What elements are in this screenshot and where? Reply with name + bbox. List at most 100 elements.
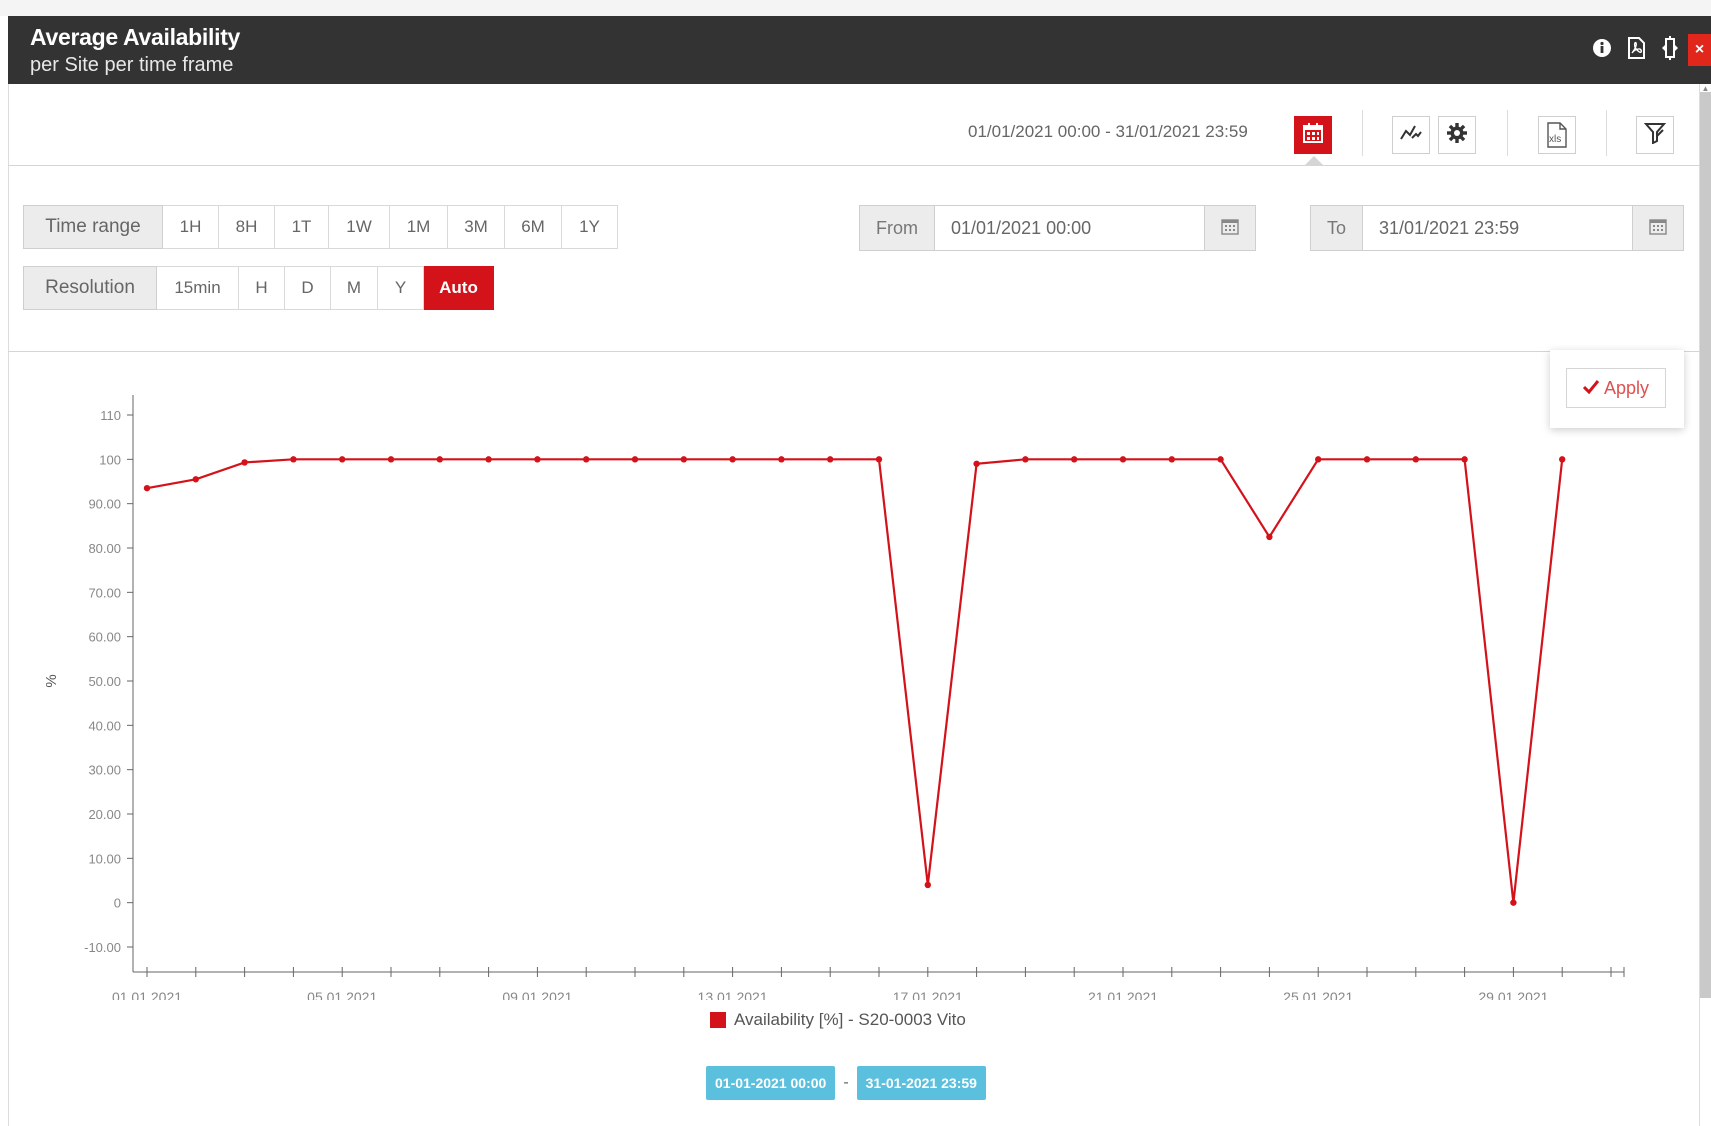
from-label: From xyxy=(859,205,935,251)
filter-panel xyxy=(8,166,1700,352)
y-tick-label: 80.00 xyxy=(88,541,121,556)
time-range-6m[interactable]: 6M xyxy=(505,205,562,249)
data-point xyxy=(1559,456,1566,463)
resolution-15min[interactable]: 15min xyxy=(157,266,239,310)
from-calendar-button[interactable] xyxy=(1205,205,1256,251)
data-point xyxy=(143,484,151,492)
x-tick-label: 01.01.2021 xyxy=(112,989,182,1000)
range-start-badge[interactable]: 01-01-2021 00:00 xyxy=(706,1066,836,1100)
calendar-icon xyxy=(1302,122,1324,149)
top-strip xyxy=(0,0,1711,16)
data-point xyxy=(1266,533,1273,541)
data-point xyxy=(973,460,980,467)
time-range-1t[interactable]: 1T xyxy=(275,205,329,249)
y-tick-label: 0 xyxy=(114,896,121,911)
toolbar-divider xyxy=(1362,110,1363,156)
y-tick-label: 70.00 xyxy=(88,585,121,600)
scrollbar[interactable] xyxy=(1700,92,1711,998)
x-tick-label: 05.01.2021 xyxy=(307,989,377,1000)
x-tick-label: 29.01.2021 xyxy=(1478,989,1548,1000)
apply-button[interactable]: Apply xyxy=(1566,368,1666,408)
data-point xyxy=(485,456,492,463)
time-range-label: Time range xyxy=(23,205,163,249)
filter-button[interactable] xyxy=(1636,116,1674,154)
x-tick-label: 21.01.2021 xyxy=(1088,989,1158,1000)
filter-icon xyxy=(1643,122,1667,149)
y-tick-label: 40.00 xyxy=(88,718,121,733)
data-point xyxy=(534,456,541,463)
x-tick-label: 09.01.2021 xyxy=(502,989,572,1000)
y-tick-label: -10.00 xyxy=(84,940,121,955)
widget-header: Average Availability per Site per time f… xyxy=(8,16,1711,84)
calendar-caret xyxy=(1305,156,1323,165)
data-point xyxy=(1071,456,1078,463)
data-point xyxy=(778,456,785,463)
time-range-1w[interactable]: 1W xyxy=(329,205,390,249)
time-range-8h[interactable]: 8H xyxy=(219,205,275,249)
data-point xyxy=(436,456,443,463)
resolution-auto[interactable]: Auto xyxy=(424,266,494,310)
check-icon xyxy=(1582,378,1600,399)
data-point xyxy=(241,459,248,466)
toolbar-divider xyxy=(1606,110,1607,156)
calendar-icon xyxy=(1649,217,1667,240)
data-point xyxy=(680,456,687,463)
calendar-toggle-button[interactable] xyxy=(1294,116,1332,154)
data-point xyxy=(1461,456,1468,463)
from-date-field: From 01/01/2021 00:00 xyxy=(859,205,1256,251)
y-tick-label: 60.00 xyxy=(88,630,121,645)
resolution-y[interactable]: Y xyxy=(378,266,424,310)
info-icon[interactable] xyxy=(1588,34,1616,62)
data-point xyxy=(192,476,199,483)
data-point xyxy=(387,456,395,463)
from-date-input[interactable]: 01/01/2021 00:00 xyxy=(935,205,1205,251)
resolution-group: Resolution 15min H D M Y Auto xyxy=(23,266,494,310)
time-range-3m[interactable]: 3M xyxy=(448,205,505,249)
data-point xyxy=(583,456,590,463)
data-point xyxy=(631,456,639,463)
date-range-summary: 01/01/2021 00:00 - 31/01/2021 23:59 xyxy=(968,122,1248,141)
range-end-badge[interactable]: 31-01-2021 23:59 xyxy=(856,1066,986,1100)
time-range-1h[interactable]: 1H xyxy=(163,205,219,249)
y-tick-label: 10.00 xyxy=(88,851,121,866)
y-tick-label: 20.00 xyxy=(88,807,121,822)
data-point xyxy=(1412,456,1420,463)
export-xls-button[interactable]: xls xyxy=(1538,116,1576,154)
resize-icon[interactable] xyxy=(1656,34,1684,62)
scroll-up-arrow[interactable]: ▲ xyxy=(1700,84,1711,93)
to-date-input[interactable]: 31/01/2021 23:59 xyxy=(1363,205,1633,251)
to-calendar-button[interactable] xyxy=(1633,205,1684,251)
range-separator: - xyxy=(843,1074,849,1091)
data-point xyxy=(1315,456,1322,463)
apply-popover: Apply xyxy=(1550,350,1684,428)
y-axis-label: % xyxy=(43,674,60,687)
data-point xyxy=(1168,456,1176,463)
time-range-1m[interactable]: 1M xyxy=(390,205,448,249)
settings-button[interactable] xyxy=(1438,116,1476,154)
resolution-h[interactable]: H xyxy=(239,266,285,310)
data-point xyxy=(1022,456,1029,463)
x-tick-label: 17.01.2021 xyxy=(893,989,963,1000)
data-point xyxy=(1363,456,1371,463)
series-line xyxy=(146,458,1564,903)
zoom-range-badges: 01-01-2021 00:00 - 31-01-2021 23:59 xyxy=(706,1066,986,1100)
pdf-icon[interactable] xyxy=(1622,34,1650,62)
chart-legend[interactable]: Availability [%] - S20-0003 Vito xyxy=(710,1010,966,1030)
resolution-m[interactable]: M xyxy=(331,266,378,310)
y-tick-label: 50.00 xyxy=(88,674,121,689)
data-point xyxy=(729,456,736,463)
xls-file-icon: xls xyxy=(1546,122,1568,148)
chart-type-button[interactable] xyxy=(1392,116,1430,154)
resolution-d[interactable]: D xyxy=(285,266,331,310)
time-range-1y[interactable]: 1Y xyxy=(562,205,618,249)
data-point xyxy=(290,456,297,463)
toolbar-divider xyxy=(1507,110,1508,156)
data-point xyxy=(1217,456,1224,463)
y-tick-label: 100 xyxy=(99,452,121,467)
apply-label: Apply xyxy=(1603,377,1650,398)
data-point xyxy=(827,456,834,463)
resolution-label: Resolution xyxy=(23,266,157,310)
widget-title: Average Availability xyxy=(30,24,241,50)
close-icon[interactable]: × xyxy=(1688,34,1711,66)
xls-label: xls xyxy=(1549,134,1562,145)
